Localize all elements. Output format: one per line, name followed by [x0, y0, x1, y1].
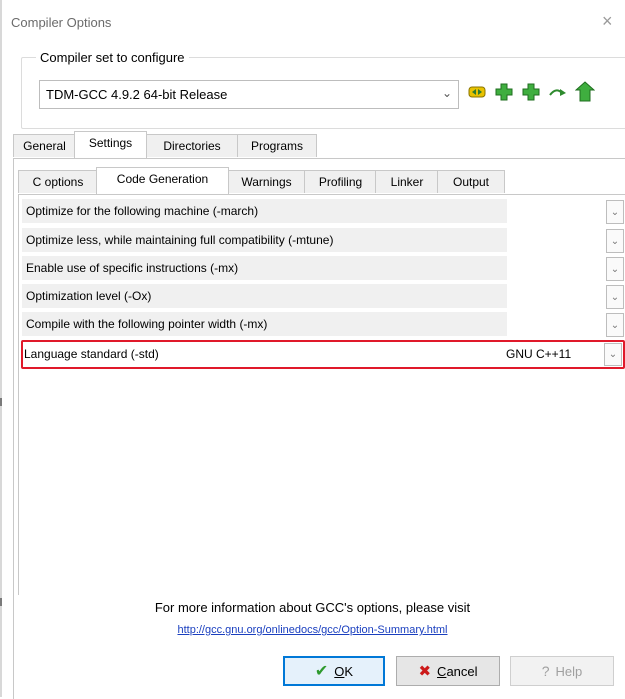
compiler-set-label: Compiler set to configure	[36, 50, 189, 65]
help-label: Help	[555, 663, 583, 679]
compiler-set-select[interactable]: TDM-GCC 4.9.2 64-bit Release ⌄	[39, 80, 459, 109]
add-set-icon	[495, 83, 513, 101]
option-mx-instructions[interactable]: Enable use of specific instructions (-mx…	[22, 256, 507, 280]
edge-marker	[0, 398, 2, 406]
check-icon: ✔	[314, 663, 329, 680]
chevron-down-icon: ⌄	[610, 235, 620, 247]
duplicate-set-button[interactable]	[465, 79, 489, 105]
cancel-button[interactable]: ✖ Cancel	[396, 656, 500, 686]
chevron-down-icon: ⌄	[610, 206, 620, 218]
gcc-info-text: For more information about GCC's options…	[154, 600, 471, 615]
duplicate-set-icon	[468, 86, 486, 98]
tab-directories[interactable]: Directories	[145, 134, 239, 157]
gcc-docs-link[interactable]: http://gcc.gnu.org/onlinedocs/gcc/Option…	[0, 624, 625, 636]
tab-profiling[interactable]: Profiling	[304, 170, 377, 193]
window-title: Compiler Options	[11, 15, 112, 30]
tab-code-generation[interactable]: Code Generation	[96, 167, 229, 194]
option-mtune[interactable]: Optimize less, while maintaining full co…	[22, 228, 507, 252]
add-set-folder-button[interactable]	[519, 79, 543, 105]
tab-programs[interactable]: Programs	[237, 134, 317, 157]
chevron-down-icon: ⌄	[610, 263, 620, 275]
option-optimization-level[interactable]: Optimization level (-Ox)	[22, 284, 507, 308]
delete-set-icon	[575, 81, 595, 102]
mx-instructions-dropdown[interactable]: ⌄	[606, 257, 624, 281]
window-left-edge	[0, 0, 2, 697]
tab-c-options[interactable]: C options	[18, 170, 98, 193]
option-march[interactable]: Optimize for the following machine (-mar…	[22, 199, 507, 223]
pointer-width-dropdown[interactable]: ⌄	[606, 313, 624, 337]
add-set-folder-icon	[522, 83, 540, 101]
tab-settings[interactable]: Settings	[74, 131, 147, 158]
ok-label: OK	[334, 663, 354, 679]
compiler-set-value: TDM-GCC 4.9.2 64-bit Release	[46, 87, 228, 102]
chevron-down-icon: ⌄	[441, 86, 452, 100]
delete-set-button[interactable]	[573, 79, 597, 105]
highlight-box	[21, 340, 625, 369]
mtune-dropdown[interactable]: ⌄	[606, 229, 624, 253]
ok-button[interactable]: ✔ OK	[283, 656, 385, 686]
tab-linker[interactable]: Linker	[375, 170, 439, 193]
cross-icon: ✖	[418, 663, 432, 680]
help-button[interactable]: ? Help	[510, 656, 614, 686]
code-generation-page	[18, 194, 625, 595]
tab-output[interactable]: Output	[437, 170, 505, 193]
option-pointer-width[interactable]: Compile with the following pointer width…	[22, 312, 507, 336]
tab-warnings[interactable]: Warnings	[227, 170, 306, 193]
rename-set-icon	[549, 89, 566, 96]
march-dropdown[interactable]: ⌄	[606, 200, 624, 224]
chevron-down-icon: ⌄	[610, 291, 620, 303]
help-icon: ?	[541, 663, 550, 679]
chevron-down-icon: ⌄	[610, 319, 620, 331]
add-set-button[interactable]	[492, 79, 516, 105]
tab-general[interactable]: General	[13, 134, 76, 157]
close-icon[interactable]: ×	[602, 11, 613, 31]
cancel-label: Cancel	[437, 663, 478, 679]
rename-set-button[interactable]	[546, 79, 570, 105]
optimization-level-dropdown[interactable]: ⌄	[606, 285, 624, 309]
